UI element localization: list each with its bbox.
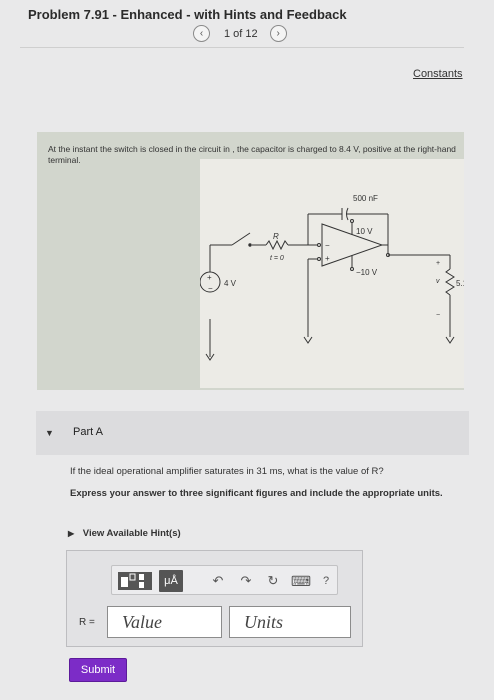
problem-title: Problem 7.91 - Enhanced - with Hints and… [28, 7, 347, 22]
hints-label: View Available Hint(s) [82, 528, 181, 539]
load-label: 5.1 kΩ [456, 279, 464, 288]
part-a-header[interactable]: ▼ Part A [36, 411, 469, 455]
templates-glyph [118, 572, 152, 590]
problem-panel: At the instant the switch is closed in t… [37, 132, 464, 390]
pager-text: 1 of 12 [224, 27, 258, 40]
keyboard-icon[interactable]: ⌨ [290, 571, 312, 591]
circuit-figure: 500 nF R t = 0 4 V + − 10 V −10 V − + 5.… [200, 159, 464, 388]
source-minus: − [208, 284, 213, 293]
collapse-arrow-icon[interactable]: ▼ [45, 428, 54, 438]
answer-toolbar: μÅ ↶ ↷ ↻ ⌨ ? [111, 565, 338, 595]
answer-box: μÅ ↶ ↷ ↻ ⌨ ? R = Value Units [66, 550, 363, 647]
resistor-label: R [273, 232, 279, 241]
value-input[interactable]: Value [107, 606, 222, 638]
output-plus: + [436, 260, 440, 267]
templates-icon[interactable] [116, 570, 154, 592]
circuit-diagram: 500 nF R t = 0 4 V + − 10 V −10 V − + 5.… [200, 194, 464, 361]
source-plus: + [207, 273, 212, 282]
switch-label: t = 0 [270, 255, 284, 262]
source-label: 4 V [224, 279, 237, 288]
next-problem-button[interactable]: › [269, 25, 287, 42]
units-input[interactable]: Units [229, 606, 351, 638]
r-equals-label: R = [79, 617, 95, 628]
instructions-text: Express your answer to three significant… [70, 488, 443, 499]
expand-arrow-icon: ▶ [68, 529, 75, 538]
header-divider [20, 47, 464, 48]
help-icon[interactable]: ? [319, 571, 333, 591]
redo-icon[interactable]: ↷ [237, 571, 255, 591]
constants-link[interactable]: Constants [413, 68, 463, 80]
question-text: If the ideal operational amplifier satur… [70, 466, 384, 477]
reset-icon[interactable]: ↻ [264, 571, 282, 591]
view-hints-link[interactable]: ▶ View Available Hint(s) [68, 528, 181, 539]
output-minus: − [436, 312, 440, 319]
output-v: v [436, 278, 440, 285]
supply-negative-label: −10 V [356, 268, 378, 277]
pager: ‹ 1 of 12 › [193, 25, 287, 42]
submit-button[interactable]: Submit [69, 658, 127, 682]
part-a-title: Part A [73, 426, 103, 438]
previous-problem-button[interactable]: ‹ [193, 25, 210, 42]
undo-icon[interactable]: ↶ [209, 571, 227, 591]
opamp-minus: − [325, 241, 330, 250]
supply-positive-label: 10 V [356, 227, 373, 236]
units-symbols-button[interactable]: μÅ [159, 570, 183, 592]
opamp-plus: + [325, 254, 330, 263]
capacitor-label: 500 nF [353, 194, 378, 203]
